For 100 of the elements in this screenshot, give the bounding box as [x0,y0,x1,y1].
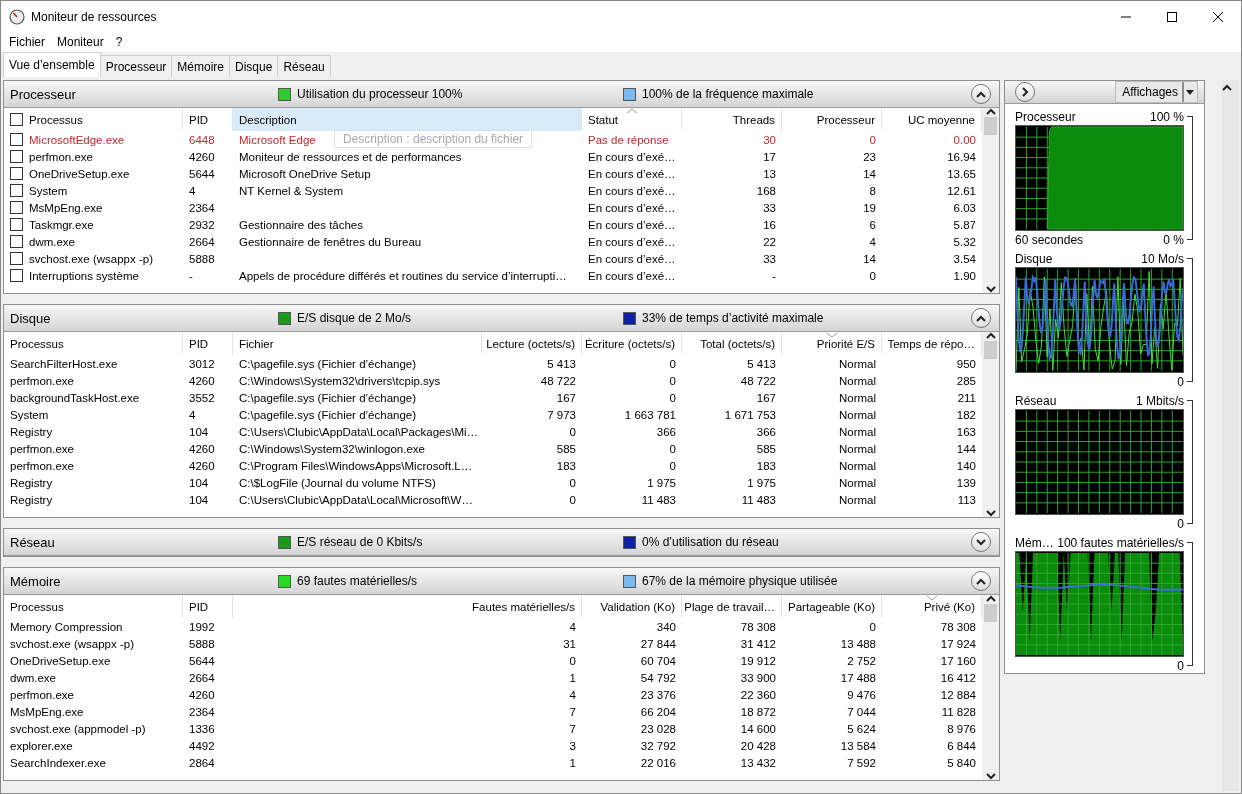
time-span-label: 60 secondes [1015,232,1084,247]
table-cell: 17 924 [940,637,976,650]
checkbox[interactable] [10,167,23,180]
table-cell: 5 840 [947,756,976,769]
table-cell: Normal [838,408,876,421]
table-cell: 13 584 [840,739,876,752]
graph-min-label: 0 [1177,658,1184,673]
table-cell: 5644 [189,167,215,180]
checkbox[interactable] [10,269,23,282]
expand-button[interactable] [1015,82,1035,102]
table-cell: 0 [669,374,676,387]
table-cell: 2 752 [847,654,876,667]
section-header[interactable]: Disque E/S disque de 2 Mo/s 33% de temps d’activité maximale [4,305,999,332]
table-cell: 0 [869,269,876,282]
indicator-label: 33% de temps d’activité maximale [642,311,824,325]
table-cell: 4260 [189,150,215,163]
scrollbar-thumb[interactable] [984,117,997,135]
table-cell: 183 [556,459,576,472]
table-cell: 5644 [189,654,215,667]
graph-title: Processeur [1015,109,1076,124]
table-cell: - [189,269,193,282]
collapse-button[interactable] [971,308,991,328]
section-header[interactable]: Réseau E/S réseau de 0 Kbits/s 0% d’utilisation du réseau [4,529,999,556]
checkbox[interactable] [10,150,23,163]
menu-item[interactable]: Fichier [3,35,51,49]
table-cell: 2664 [189,235,215,248]
checkbox[interactable] [10,252,23,265]
checkbox[interactable] [10,218,23,231]
table-cell: 27 844 [640,637,676,650]
table-cell: - [772,269,776,282]
table-cell: 6 [869,218,876,231]
table-cell: perfmon.exe [10,374,74,387]
checkbox[interactable] [10,113,23,126]
table-cell: En cours d’exé… [588,235,676,248]
graph-max-label: 1 Mbits/s [1136,393,1184,408]
table-cell: perfmon.exe [10,459,74,472]
table-cell: 144 [956,442,976,455]
table-cell: 13 [763,167,776,180]
table-cell: 0 [569,476,576,489]
table-cell: svchost.exe (wsappx -p) [29,252,153,265]
table-cell: 33 [763,252,776,265]
table-cell: 22 016 [640,756,676,769]
table-cell: 2364 [189,201,215,214]
column-header[interactable]: Description [233,108,582,131]
table-cell: 19 [863,201,876,214]
scrollbar-thumb[interactable] [984,341,997,359]
table-cell: 0 [669,442,676,455]
table-cell: 0 [569,493,576,506]
table-cell: 4260 [189,688,215,701]
section-title: Mémoire [9,573,62,589]
column-header[interactable]: Plage de travail… [682,595,782,618]
scrollbar-thumb[interactable] [984,604,997,622]
table-cell: 2864 [189,756,215,769]
table-cell: Interruptions système [29,269,139,282]
indicator-label: 100% de la fréquence maximale [642,87,814,101]
table-cell: 1 975 [747,476,776,489]
table-cell: 1 671 753 [724,408,776,421]
menu-item[interactable]: Moniteur [51,35,110,49]
table-cell: 78 308 [740,620,776,633]
checkbox[interactable] [10,235,23,248]
table-cell: 48 722 [540,374,576,387]
checkbox[interactable] [10,133,23,146]
checkbox[interactable] [10,184,23,197]
table-cell: 5888 [189,637,215,650]
table-cell: 20 428 [740,739,776,752]
table-cell: 8 976 [947,722,976,735]
table-cell: 0.00 [953,133,976,146]
table-cell: perfmon.exe [10,442,74,455]
chevron-up-icon [976,314,986,322]
section-header[interactable]: Mémoire 69 fautes matérielles/s 67% de la mémoire physique utilisée [4,568,999,595]
table-cell: 17 160 [940,654,976,667]
tab[interactable]: Réseau [277,55,331,77]
column-header[interactable]: Écriture (octets/s) [582,332,682,355]
menu-item[interactable]: ? [109,35,129,49]
table-cell: explorer.exe [10,739,73,752]
table-cell: Normal [838,442,876,455]
table-cell: 1992 [189,620,215,633]
table-cell: SearchFilterHost.exe [10,357,118,370]
table-cell: Taskmgr.exe [29,218,94,231]
collapse-button[interactable] [971,84,991,104]
indicator-label: 69 fautes matérielles/s [297,574,418,588]
table-cell: NT Kernel & System [239,184,343,197]
table-cell: 5 413 [747,357,776,370]
table-cell: 3012 [189,357,215,370]
checkbox[interactable] [10,201,23,214]
table-cell: 366 [756,425,776,438]
chevron-up-icon [985,108,996,115]
graph-min-label: 0 [1177,374,1184,389]
collapse-button[interactable] [971,571,991,591]
tab[interactable]: Disque [229,55,279,77]
table-cell: 22 [763,235,776,248]
chevron-down-icon [985,510,996,517]
views-dropdown[interactable]: Affichages [1115,81,1198,103]
table-cell: backgroundTaskHost.exe [10,391,140,404]
section-header[interactable]: Processeur Utilisation du processeur 100% 100% de la fréquence maximale [4,81,999,108]
tab[interactable]: Vue d’ensemble [3,52,101,77]
table-cell: Memory Compression [10,620,123,633]
table-cell: 6 844 [947,739,976,752]
expand-button[interactable] [971,532,991,552]
table-cell: 0 [869,620,876,633]
